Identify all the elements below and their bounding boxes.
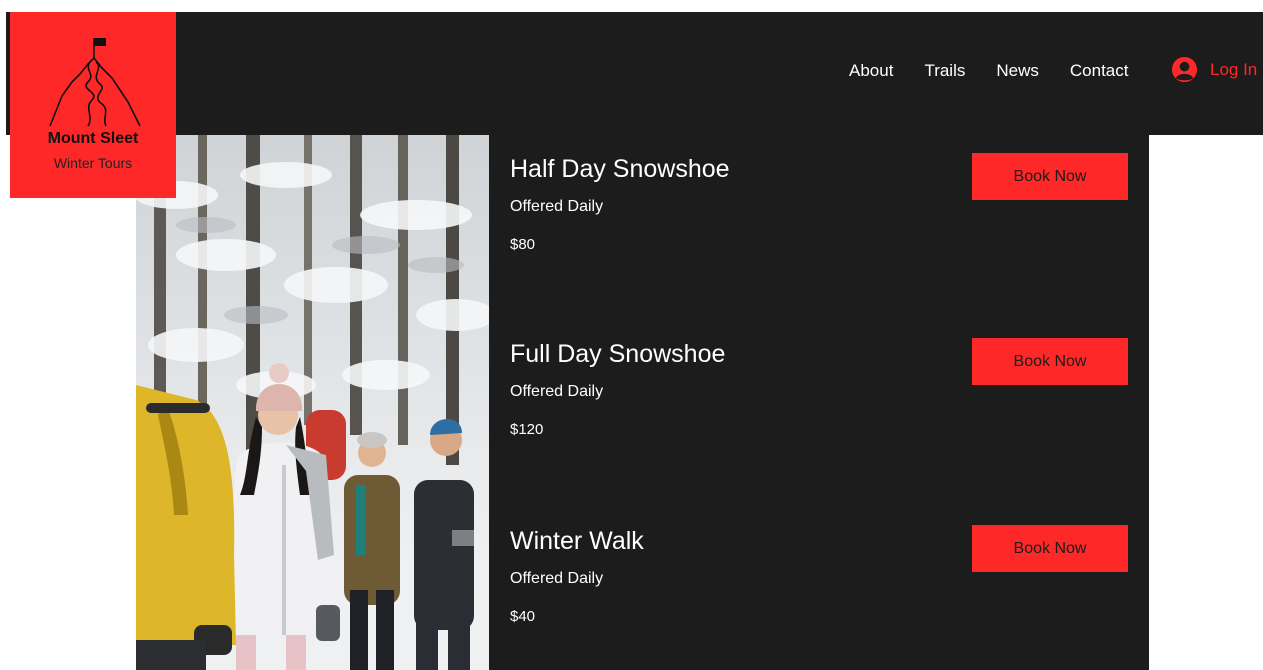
book-now-button[interactable]: Book Now (972, 525, 1128, 572)
mountain-flag-icon (49, 38, 141, 127)
tour-name: Full Day Snowshoe (510, 340, 726, 368)
main-nav: About Trails News Contact (849, 59, 1159, 83)
user-avatar-icon (1171, 56, 1198, 83)
logo-tagline: Winter Tours (53, 155, 133, 171)
tour-price: $40 (510, 608, 536, 625)
tour-price: $120 (510, 421, 544, 438)
login-button[interactable]: Log In (1171, 56, 1257, 83)
tour-frequency: Offered Daily (510, 383, 604, 400)
tour-frequency: Offered Daily (510, 198, 604, 215)
tours-section: Half Day Snowshoe Offered Daily $80 Book… (136, 135, 1149, 670)
nav-contact[interactable]: Contact (1070, 61, 1129, 81)
tour-card-half-day: Half Day Snowshoe Offered Daily $80 Book… (510, 153, 1130, 285)
site-logo[interactable]: Mount Sleet Winter Tours (10, 12, 176, 198)
tour-frequency: Offered Daily (510, 570, 604, 587)
tour-card-winter-walk: Winter Walk Offered Daily $40 Book Now (510, 525, 1130, 657)
nav-about[interactable]: About (849, 61, 893, 81)
book-now-button[interactable]: Book Now (972, 153, 1128, 200)
tour-name: Winter Walk (510, 527, 644, 555)
tour-card-full-day: Full Day Snowshoe Offered Daily $120 Boo… (510, 338, 1130, 470)
nav-trails[interactable]: Trails (924, 61, 965, 81)
tour-name: Half Day Snowshoe (510, 155, 730, 183)
book-now-button[interactable]: Book Now (972, 338, 1128, 385)
login-label: Log In (1210, 59, 1258, 79)
hikers-photo (136, 135, 489, 670)
tour-price: $80 (510, 236, 536, 253)
nav-news[interactable]: News (996, 61, 1039, 81)
logo-title: Mount Sleet (47, 130, 139, 147)
